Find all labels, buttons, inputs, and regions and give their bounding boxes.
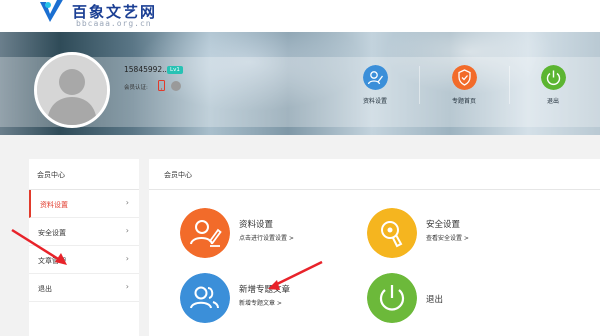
card-title: 新增专题文章 <box>239 285 291 295</box>
chevron-right-icon: › <box>125 226 129 235</box>
user-edit-icon <box>180 208 230 258</box>
level-badge: Lv1 <box>167 66 183 74</box>
chevron-right-icon: › <box>125 282 129 291</box>
phone-verify-icon[interactable] <box>158 80 165 91</box>
card-title: 安全设置 <box>426 220 461 230</box>
main-panel: 会员中心 资料设置 点击进行设置设置 > 安全设置 查看安全设置 > 新增专题文… <box>149 159 600 336</box>
users-icon <box>180 273 230 323</box>
card-desc[interactable]: 点击进行设置设置 > <box>239 233 294 242</box>
quick-link-profile[interactable]: 资料设置 <box>345 65 405 111</box>
card-profile-settings[interactable]: 资料设置 点击进行设置设置 > <box>180 208 360 268</box>
email-verify-icon[interactable] <box>171 81 181 91</box>
card-desc[interactable]: 查看安全设置 > <box>426 233 469 242</box>
shield-icon <box>452 65 477 90</box>
main-title: 会员中心 <box>164 171 192 179</box>
card-title: 退出 <box>426 295 444 305</box>
sidebar: 会员中心 资料设置 › 安全设置 › 文章管理 › 退出 › <box>29 159 139 336</box>
logo-bar: 百象文艺网 bbcaaa.org.cn <box>0 0 600 32</box>
quick-link-label: 资料设置 <box>362 98 387 105</box>
sidebar-item-label: 退出 <box>38 285 52 293</box>
sidebar-item-label: 文章管理 <box>38 257 66 265</box>
quick-link-label: 退出 <box>546 98 559 105</box>
sidebar-item-security-settings[interactable]: 安全设置 › <box>29 218 139 246</box>
card-desc[interactable]: 新增专题文章 > <box>239 298 282 307</box>
user-phone: 15845992... <box>124 65 170 74</box>
quick-link-logout[interactable]: 退出 <box>523 65 583 111</box>
sidebar-item-label: 安全设置 <box>38 229 66 237</box>
sidebar-item-profile-settings[interactable]: 资料设置 › <box>29 190 139 218</box>
quick-link-topic-home[interactable]: 专题首页 <box>434 65 494 111</box>
verify-label: 会员认证: <box>124 85 148 91</box>
card-security-settings[interactable]: 安全设置 查看安全设置 > <box>367 208 547 268</box>
user-edit-icon <box>363 65 388 90</box>
profile-banner: 15845992... Lv1 会员认证: 资料设置 专题首页 退出 <box>0 32 600 135</box>
sidebar-item-logout[interactable]: 退出 › <box>29 274 139 302</box>
power-icon <box>367 273 417 323</box>
avatar[interactable] <box>34 52 110 128</box>
chevron-right-icon: › <box>125 198 129 207</box>
security-icon <box>367 208 417 258</box>
sidebar-item-label: 资料设置 <box>40 201 68 209</box>
sidebar-title: 会员中心 <box>37 171 65 179</box>
sidebar-item-article-management[interactable]: 文章管理 › <box>29 246 139 274</box>
site-domain: bbcaaa.org.cn <box>76 19 152 28</box>
main-header: 会员中心 <box>149 159 600 190</box>
power-icon <box>541 65 566 90</box>
card-title: 资料设置 <box>239 220 274 230</box>
avatar-silhouette-icon <box>37 55 107 125</box>
divider <box>419 66 420 104</box>
site-logo-icon[interactable] <box>36 0 68 28</box>
card-new-topic-article[interactable]: 新增专题文章 新增专题文章 > <box>180 273 360 333</box>
chevron-right-icon: › <box>125 254 129 263</box>
quick-link-label: 专题首页 <box>451 98 476 105</box>
card-logout[interactable]: 退出 <box>367 273 547 333</box>
sidebar-header: 会员中心 <box>29 159 139 190</box>
divider <box>509 66 510 104</box>
